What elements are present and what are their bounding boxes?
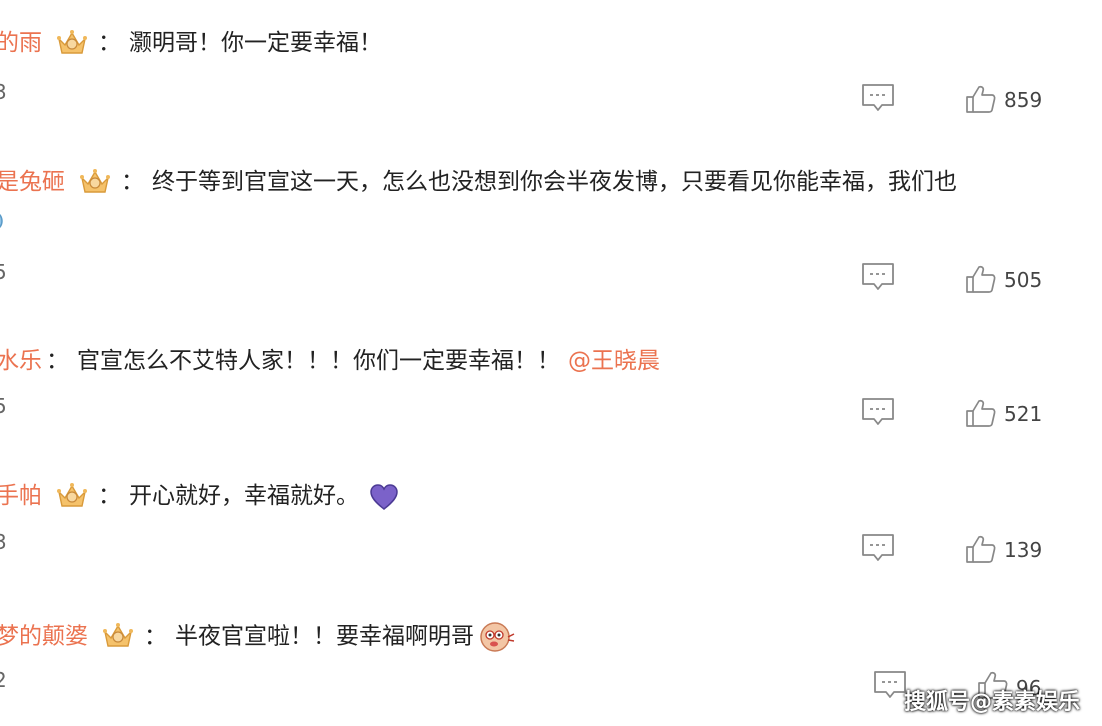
comment-line: 梦的颠婆 ： 半夜官宣啦！！要幸福啊明哥: [0, 619, 516, 655]
purple-heart-icon: [370, 483, 398, 510]
separator: ：: [98, 30, 121, 56]
crown-badge-icon: [56, 480, 88, 510]
comment-text: 开心就好，幸福就好。: [129, 483, 359, 509]
like-icon[interactable]: [965, 84, 997, 114]
username-link[interactable]: 水乐: [0, 348, 42, 374]
reply-icon[interactable]: [861, 83, 895, 113]
like-icon[interactable]: [965, 534, 997, 564]
like-count: 521: [1004, 402, 1043, 426]
comment-line: 水乐： 官宣怎么不艾特人家！！！你们一定要幸福！！ @王晓晨: [0, 346, 660, 376]
comment-line: 的雨 ： 灏明哥！你一定要幸福！: [0, 28, 382, 59]
side-mark: 5: [0, 260, 7, 284]
reply-icon[interactable]: [861, 262, 895, 292]
separator: ：: [98, 483, 121, 509]
comment-text: 官宣怎么不艾特人家！！！你们一定要幸福！！: [77, 348, 560, 374]
username-link[interactable]: 的雨: [0, 30, 42, 56]
reply-icon[interactable]: [861, 533, 895, 563]
comment-text: 灏明哥！你一定要幸福！: [129, 30, 382, 56]
like-icon[interactable]: [965, 264, 997, 294]
reply-icon[interactable]: [873, 670, 907, 700]
separator: ：: [46, 348, 69, 374]
comment-text: 终于等到官宣这一天，怎么也没想到你会半夜发博，只要看见你能幸福，我们也: [152, 169, 957, 195]
comment-line: 是兔砸 ： 终于等到官宣这一天，怎么也没想到你会半夜发博，只要看见你能幸福，我们也: [0, 167, 957, 198]
comment-line: 手帕 ： 开心就好，幸福就好。: [0, 481, 399, 512]
username-link[interactable]: 手帕: [0, 483, 42, 509]
mention-link[interactable]: @王晓晨: [568, 348, 660, 374]
like-count: 139: [1004, 538, 1043, 562]
side-mark: 3: [0, 80, 7, 104]
like-count: 859: [1004, 88, 1043, 112]
crown-badge-icon: [56, 27, 88, 57]
reply-icon[interactable]: [861, 397, 895, 427]
crown-badge-icon: [79, 166, 111, 196]
cartoon-face-icon: [480, 622, 515, 652]
emoji-fragment-icon: [0, 213, 3, 229]
crown-badge-icon: [102, 620, 134, 650]
separator: ：: [121, 169, 144, 195]
username-link[interactable]: 是兔砸: [0, 169, 65, 195]
like-icon[interactable]: [965, 398, 997, 428]
side-mark: 2: [0, 668, 7, 692]
username-link[interactable]: 梦的颠婆: [0, 624, 88, 650]
side-mark: 5: [0, 394, 7, 418]
like-count: 505: [1004, 268, 1043, 292]
comment-text: 半夜官宣啦！！要幸福啊明哥: [175, 623, 474, 650]
watermark: 搜狐号@素素娱乐: [903, 690, 1080, 715]
side-mark: 3: [0, 530, 7, 554]
separator: ：: [144, 623, 167, 650]
